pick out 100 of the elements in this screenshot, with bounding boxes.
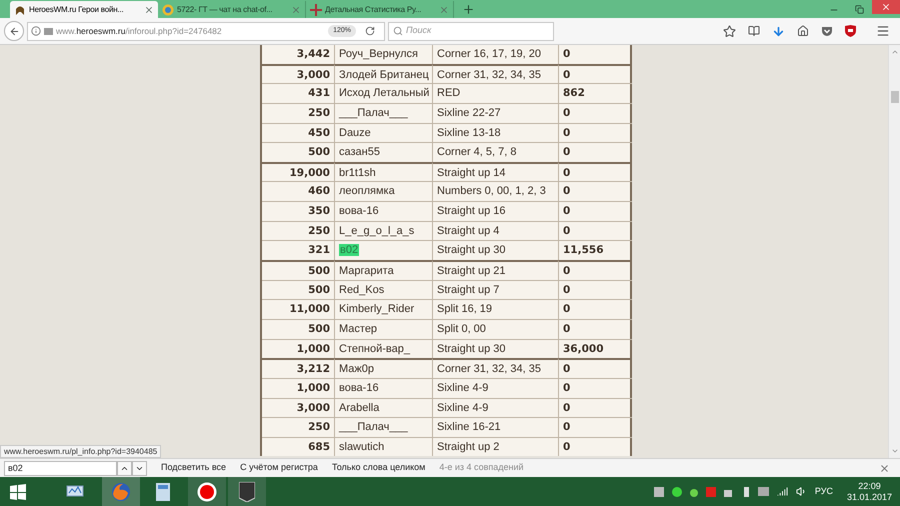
table-cell: Straight up 16 [432,201,558,221]
scroll-down-icon[interactable] [890,447,898,455]
table-cell: 11,556 [558,240,632,260]
browser-tab[interactable]: HeroesWM.ru Герои войн... [10,1,158,18]
player-link[interactable]: Мастер [339,322,378,335]
table-cell: 0 [558,318,632,339]
player-link[interactable]: L_e_g_o_l_a_s [339,224,414,237]
player-link[interactable]: леоплямка [339,185,395,198]
scrollbar[interactable] [888,45,900,458]
player-link[interactable]: br1t1sh [339,166,376,179]
table-cell: Sixline 16-21 [432,417,558,437]
table-cell: 500 [262,142,334,162]
table-cell: 685 [262,436,334,456]
table-cell: Straight up 14 [432,162,558,182]
monitor-icon[interactable] [66,484,84,500]
player-link[interactable]: сазан55 [339,146,380,158]
table-cell: 0 [558,358,632,378]
find-option-button[interactable]: Подсветить все [161,461,226,475]
table-cell: 460 [262,181,334,202]
pocket-icon[interactable] [821,26,833,36]
table-cell: 3,442 [262,45,334,64]
taskbar-button[interactable] [188,477,226,506]
player-link[interactable]: Исход Летальный [339,87,430,100]
status-link-popup: www.heroeswm.ru/pl_info.php?id=3940485 [0,445,162,458]
shield-icon [239,482,255,502]
find-option-button[interactable]: Только слова целиком [332,461,426,475]
network-tray-icon[interactable] [654,486,664,496]
windows-start-icon[interactable] [10,484,26,500]
table-cell: 431 [262,83,334,103]
table-cell: Sixline 22-27 [432,102,558,123]
player-link[interactable]: ___Палач___ [339,421,408,434]
table-cell: 0 [558,162,632,182]
player-link[interactable]: Arabella [339,402,380,414]
table-cell: Sixline 4-9 [432,378,558,398]
taskbar-button[interactable] [228,477,266,506]
table-cell: 0 [558,142,632,162]
screen-icon[interactable] [758,487,769,496]
player-link[interactable]: Роуч_Вернулся [339,48,418,60]
home-icon[interactable] [797,25,809,37]
close-icon[interactable] [291,4,301,14]
search-input[interactable]: Поиск [406,24,546,38]
table-cell: 1,000 [262,378,334,398]
table-cell: Straight up 21 [432,260,558,280]
table-cell: 500 [262,280,334,300]
table-cell: Straight up 30 [432,240,558,260]
find-option-button[interactable]: С учётом регистра [240,461,318,475]
table-cell: 350 [262,201,334,221]
back-button[interactable] [4,21,24,41]
player-link[interactable]: slawutich [339,440,384,453]
scroll-up-icon[interactable] [890,48,898,56]
player-link[interactable]: вова-16 [339,205,379,218]
table-cell: Corner 4, 5, 7, 8 [432,142,558,162]
player-link[interactable]: Злодей Британец [339,68,429,81]
status-icon[interactable] [672,486,682,496]
find-previous-button[interactable] [117,460,132,476]
player-link[interactable]: Степной-вар_ [339,342,410,355]
volume-icon[interactable] [796,486,807,497]
reload-icon[interactable] [365,26,375,36]
player-link[interactable]: ___Палач___ [339,106,408,119]
table-cell: 1,000 [262,338,334,358]
new-tab-icon[interactable] [462,3,475,16]
player-link[interactable]: вова-16 [339,382,379,394]
player-link[interactable]: Маргарита [339,265,394,278]
clock-time[interactable]: 22:09 [858,480,881,492]
table-cell: 0 [558,220,632,240]
tab-title: 5722- ГТ — чат на chat-of... [177,4,274,16]
table-cell: 0 [558,45,632,64]
table-cell: 250 [262,220,334,240]
close-icon[interactable] [439,4,449,14]
table-cell: 36,000 [558,338,632,358]
table-cell: 0 [558,436,632,456]
player-link[interactable]: Маж0р [339,363,374,376]
close-icon [881,2,891,12]
table-cell: Straight up 4 [432,220,558,240]
back-icon [8,26,20,36]
search-field[interactable]: Поиск [388,22,554,40]
shield-icon[interactable] [845,25,856,37]
calculator-icon[interactable] [156,482,170,500]
reading-list-icon[interactable] [748,25,760,37]
table-cell: 0 [558,417,632,437]
smiley-icon [162,4,174,16]
bookmark-star-icon[interactable] [723,24,736,38]
download-icon[interactable] [772,24,785,38]
cross-icon [310,4,322,16]
player-link[interactable]: Dauze [339,126,371,139]
find-next-button[interactable] [132,460,147,476]
player-link[interactable]: Red_Kos [339,284,384,296]
scroll-thumb[interactable] [890,91,898,103]
close-icon[interactable] [879,462,890,474]
table-cell: 0 [558,102,632,123]
close-icon[interactable] [144,4,154,14]
restore-icon[interactable] [855,5,864,14]
find-input[interactable]: в02 [4,460,117,476]
player-link[interactable]: Kimberly_Rider [339,303,414,316]
language-indicator[interactable]: РУС [814,484,833,498]
table-cell: 3,212 [262,358,334,378]
menu-icon[interactable] [876,24,890,38]
info-icon [31,26,41,36]
table-cell: Straight up 30 [432,338,558,358]
clock-date[interactable]: 31.01.2017 [846,492,892,502]
